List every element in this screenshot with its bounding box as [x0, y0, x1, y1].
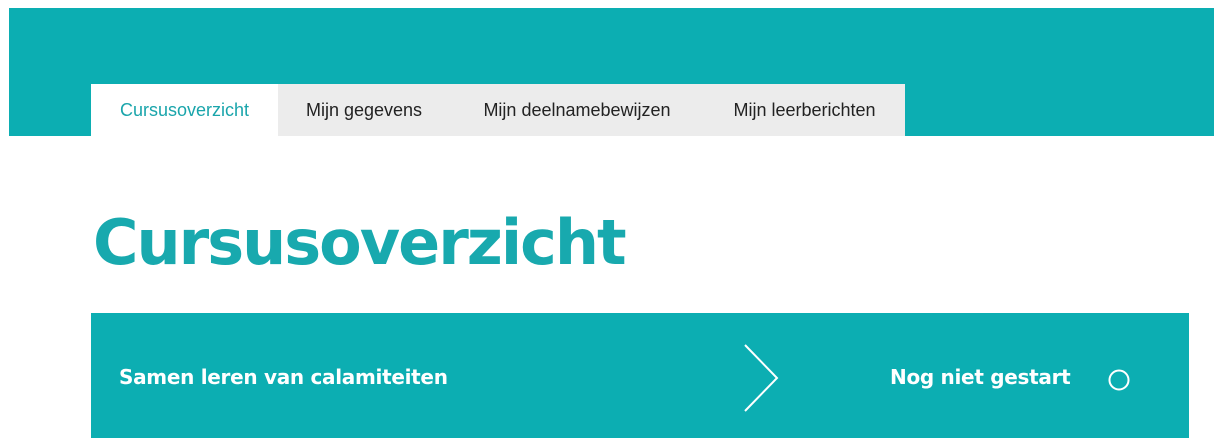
chevron-right-icon [744, 344, 779, 412]
page-title: Cursusoverzicht [93, 206, 627, 279]
course-status: Nog niet gestart [890, 365, 1071, 389]
tab-mijn-leerberichten[interactable]: Mijn leerberichten [704, 84, 905, 136]
tab-mijn-gegevens[interactable]: Mijn gegevens [278, 84, 450, 136]
tab-mijn-deelnamebewijzen[interactable]: Mijn deelnamebewijzen [450, 84, 704, 136]
empty-circle-icon [1108, 369, 1130, 391]
tab-bar: Cursusoverzicht Mijn gegevens Mijn deeln… [91, 84, 905, 136]
tab-cursusoverzicht[interactable]: Cursusoverzicht [91, 84, 278, 136]
course-name: Samen leren van calamiteiten [119, 365, 448, 389]
page: Cursusoverzicht Mijn gegevens Mijn deeln… [0, 0, 1215, 438]
course-card[interactable]: Samen leren van calamiteiten Nog niet ge… [91, 313, 1189, 438]
